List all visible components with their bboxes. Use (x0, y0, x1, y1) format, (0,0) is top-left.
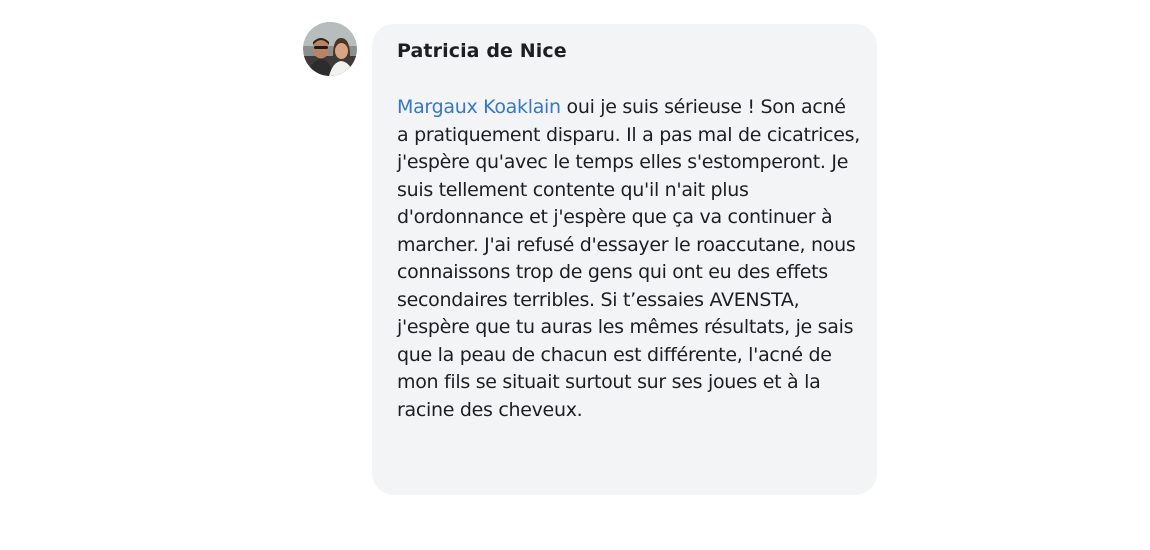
avatar-photo-icon (303, 22, 357, 76)
comment-author[interactable]: Patricia de Nice (397, 39, 877, 63)
comment-bubble: Patricia de Nice Margaux Koaklain oui je… (372, 24, 877, 495)
mention-link[interactable]: Margaux Koaklain (397, 96, 561, 118)
comment-text: Margaux Koaklain oui je suis sérieuse ! … (397, 94, 862, 424)
comment-body: oui je suis sérieuse ! Son acné a pratiq… (397, 96, 860, 421)
avatar[interactable] (303, 22, 357, 76)
